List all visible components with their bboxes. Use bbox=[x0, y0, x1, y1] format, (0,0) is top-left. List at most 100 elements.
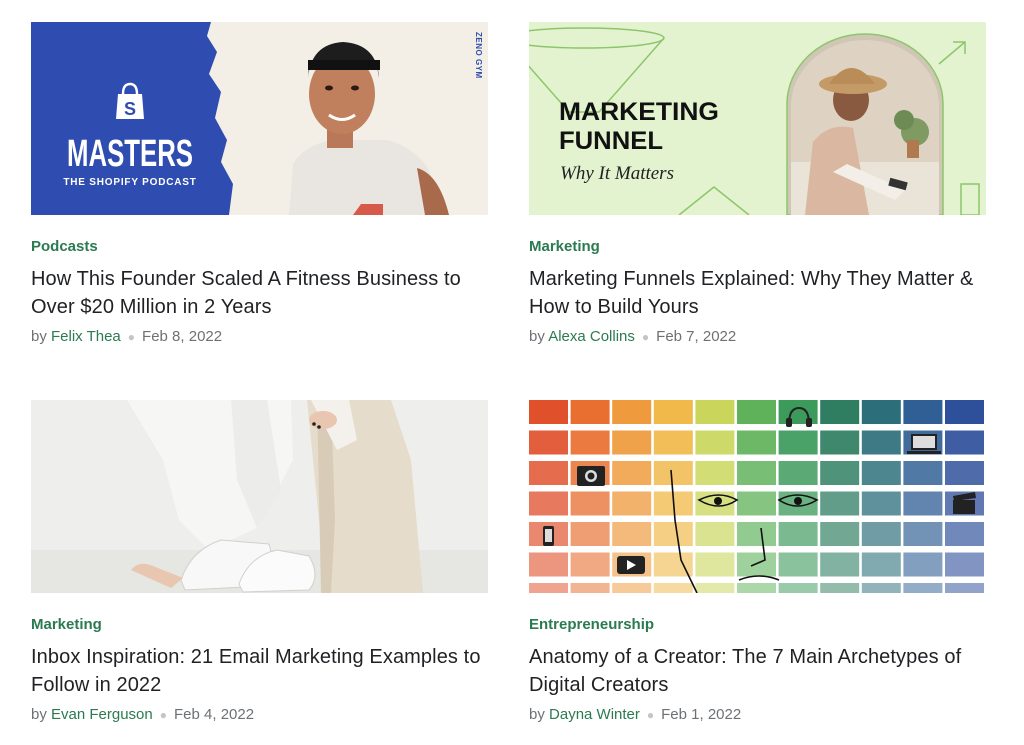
mosaic-tile bbox=[903, 552, 943, 577]
article-thumbnail[interactable] bbox=[529, 400, 986, 593]
separator-dot: ● bbox=[159, 708, 167, 722]
mosaic-tile bbox=[861, 552, 901, 577]
mosaic-tile bbox=[820, 430, 860, 455]
mosaic-tile bbox=[653, 461, 693, 485]
mosaic-tile bbox=[653, 522, 693, 546]
sneakers-photo-image bbox=[31, 400, 488, 593]
video-play-icon bbox=[617, 556, 645, 574]
mosaic-tile bbox=[570, 522, 610, 546]
camera-icon bbox=[577, 466, 605, 486]
mosaic-tile bbox=[903, 522, 943, 546]
article-category[interactable]: Marketing bbox=[31, 616, 102, 634]
mosaic-tile bbox=[570, 583, 610, 593]
mosaic-tile bbox=[945, 461, 984, 485]
article-date: Feb 7, 2022 bbox=[656, 328, 737, 345]
image-side-text: ZENO GYM bbox=[474, 32, 483, 79]
article-author[interactable]: Alexa Collins bbox=[548, 328, 635, 345]
article-card[interactable]: Marketing Inbox Inspiration: 21 Email Ma… bbox=[31, 400, 488, 725]
article-card[interactable]: MARKETING FUNNEL Why It Matters Marketin… bbox=[529, 22, 986, 347]
mosaic-tile bbox=[737, 522, 776, 546]
mosaic-tile bbox=[861, 522, 901, 546]
article-meta: by Felix Thea ● Feb 8, 2022 bbox=[31, 327, 488, 347]
creator-mosaic-image bbox=[529, 400, 986, 593]
mosaic-tile bbox=[695, 552, 735, 577]
mosaic-tile bbox=[529, 400, 568, 424]
article-thumbnail[interactable]: S MASTERS THE SHOPIFY PODCAST ZENO GYM bbox=[31, 22, 488, 215]
mosaic-tile bbox=[695, 522, 735, 546]
mosaic-tile bbox=[612, 461, 652, 485]
mosaic-tile bbox=[529, 430, 568, 455]
mosaic-tile bbox=[903, 400, 943, 424]
mosaic-tile bbox=[570, 552, 610, 577]
mosaic-tile bbox=[653, 400, 693, 424]
byline-prefix: by bbox=[529, 328, 545, 345]
article-author[interactable]: Dayna Winter bbox=[549, 706, 640, 723]
image-subline: Why It Matters bbox=[560, 163, 674, 184]
mosaic-tile bbox=[778, 522, 818, 546]
laptop-icon bbox=[907, 434, 941, 454]
article-date: Feb 4, 2022 bbox=[174, 706, 255, 723]
mosaic-tile bbox=[945, 583, 984, 593]
mosaic-tile bbox=[695, 583, 735, 593]
byline-prefix: by bbox=[31, 328, 47, 345]
image-subline: THE SHOPIFY PODCAST bbox=[63, 177, 196, 188]
mosaic-tile bbox=[737, 491, 776, 516]
mosaic-tile bbox=[612, 491, 652, 516]
article-meta: by Dayna Winter ● Feb 1, 2022 bbox=[529, 705, 986, 725]
mosaic-tile bbox=[653, 583, 693, 593]
article-meta: by Alexa Collins ● Feb 7, 2022 bbox=[529, 327, 986, 347]
mosaic-tile bbox=[778, 583, 818, 593]
mosaic-tile bbox=[612, 522, 652, 546]
separator-dot: ● bbox=[646, 708, 655, 722]
mosaic-tile bbox=[778, 430, 818, 455]
mosaic-tile bbox=[820, 583, 860, 593]
mosaic-tile bbox=[945, 552, 984, 577]
mosaic-tile bbox=[737, 461, 776, 485]
image-headline-2: FUNNEL bbox=[559, 127, 663, 155]
mosaic-tile bbox=[529, 461, 568, 485]
mosaic-tile bbox=[820, 552, 860, 577]
mosaic-tile bbox=[612, 430, 652, 455]
article-title[interactable]: Anatomy of a Creator: The 7 Main Archety… bbox=[529, 643, 986, 699]
article-thumbnail[interactable]: MARKETING FUNNEL Why It Matters bbox=[529, 22, 986, 215]
article-title[interactable]: How This Founder Scaled A Fitness Busine… bbox=[31, 265, 488, 321]
article-date: Feb 1, 2022 bbox=[661, 706, 742, 723]
mosaic-tile bbox=[612, 400, 652, 424]
mosaic-tile bbox=[653, 430, 693, 455]
mosaic-tile bbox=[820, 400, 860, 424]
image-headline: MASTERS bbox=[67, 133, 193, 175]
mosaic-tile bbox=[737, 583, 776, 593]
mosaic-tile bbox=[903, 461, 943, 485]
mosaic-tile bbox=[695, 400, 735, 424]
mosaic-tile bbox=[737, 400, 776, 424]
article-date: Feb 8, 2022 bbox=[142, 328, 223, 345]
mosaic-tile bbox=[737, 430, 776, 455]
article-title[interactable]: Inbox Inspiration: 21 Email Marketing Ex… bbox=[31, 643, 488, 699]
article-category[interactable]: Podcasts bbox=[31, 238, 98, 256]
mosaic-tile bbox=[695, 461, 735, 485]
mosaic-tile bbox=[903, 491, 943, 516]
article-category[interactable]: Marketing bbox=[529, 238, 600, 256]
article-card[interactable]: S MASTERS THE SHOPIFY PODCAST ZENO GYM P… bbox=[31, 22, 488, 347]
article-card[interactable]: Entrepreneurship Anatomy of a Creator: T… bbox=[529, 400, 986, 725]
article-category[interactable]: Entrepreneurship bbox=[529, 616, 654, 634]
article-meta: by Evan Ferguson ● Feb 4, 2022 bbox=[31, 705, 488, 725]
mosaic-tile bbox=[861, 491, 901, 516]
article-title[interactable]: Marketing Funnels Explained: Why They Ma… bbox=[529, 265, 986, 321]
article-thumbnail[interactable] bbox=[31, 400, 488, 593]
mosaic-tile bbox=[861, 461, 901, 485]
mosaic-tile bbox=[861, 430, 901, 455]
mosaic-tile bbox=[861, 583, 901, 593]
mosaic-tile bbox=[778, 461, 818, 485]
phone-icon bbox=[543, 526, 554, 546]
mosaic-tile bbox=[820, 461, 860, 485]
mosaic-tile bbox=[861, 400, 901, 424]
article-author[interactable]: Felix Thea bbox=[51, 328, 121, 345]
masters-podcast-image: S MASTERS THE SHOPIFY PODCAST ZENO GYM bbox=[31, 22, 488, 215]
separator-dot: ● bbox=[641, 330, 650, 344]
mosaic-tile bbox=[820, 491, 860, 516]
mosaic-tile bbox=[820, 522, 860, 546]
mosaic-tile bbox=[945, 400, 984, 424]
mosaic-tile bbox=[945, 522, 984, 546]
article-author[interactable]: Evan Ferguson bbox=[51, 706, 153, 723]
